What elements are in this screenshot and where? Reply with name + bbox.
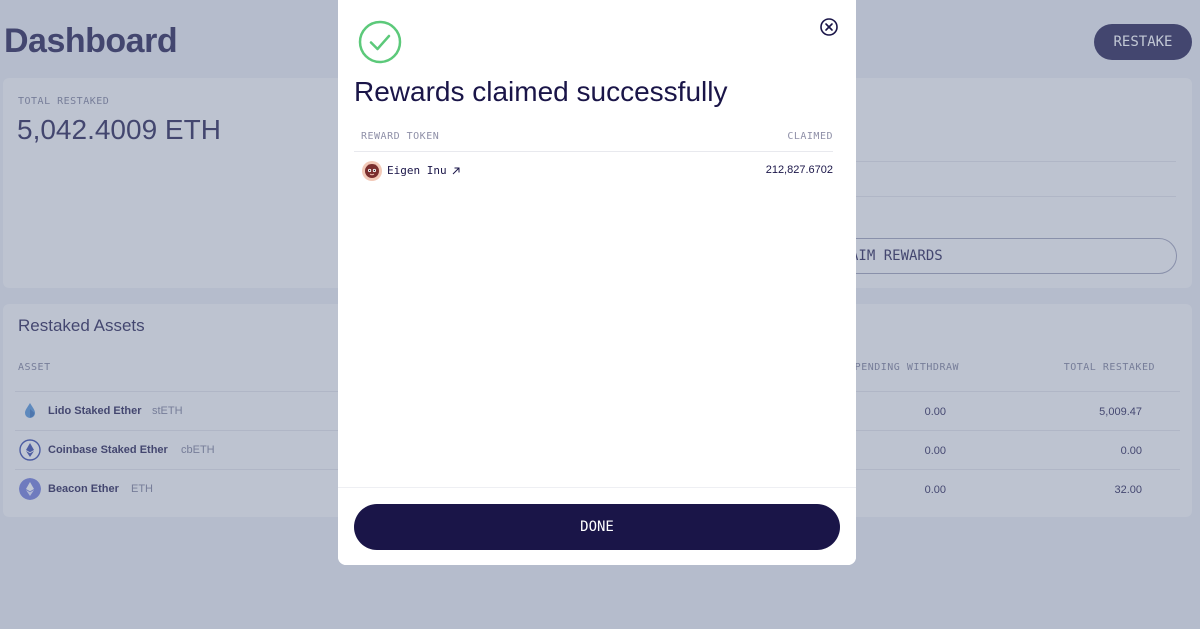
rewards-claimed-modal: Rewards claimed successfully REWARD TOKE… — [338, 0, 856, 565]
column-header-claimed: CLAIMED — [787, 131, 833, 142]
table-row: Eigen Inu 212,827.6702 — [354, 158, 833, 184]
column-header-reward-token: REWARD TOKEN — [361, 131, 440, 142]
external-link-arrow-icon — [452, 167, 460, 174]
eigen-inu-icon — [362, 161, 382, 181]
divider — [354, 151, 833, 152]
claimed-amount: 212,827.6702 — [765, 164, 833, 176]
close-icon — [820, 18, 838, 36]
modal-footer: DONE — [338, 487, 856, 565]
modal-title: Rewards claimed successfully — [354, 76, 728, 107]
reward-token-link[interactable]: Eigen Inu — [387, 164, 461, 177]
close-button[interactable] — [818, 16, 840, 38]
check-circle-icon — [358, 20, 402, 64]
reward-token-name: Eigen Inu — [387, 164, 447, 177]
done-button[interactable]: DONE — [354, 504, 840, 550]
